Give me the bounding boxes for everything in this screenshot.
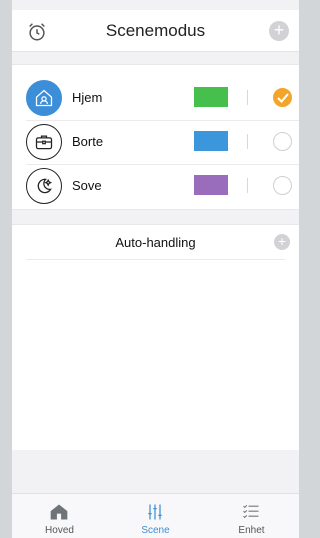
header-bar: Scenemodus + bbox=[12, 10, 299, 52]
scene-select-radio[interactable] bbox=[273, 176, 292, 195]
tab-label: Enhet bbox=[238, 525, 265, 536]
scene-label: Sove bbox=[72, 178, 102, 193]
scene-color-swatch bbox=[194, 175, 228, 195]
home-icon bbox=[50, 504, 68, 520]
briefcase-icon bbox=[26, 124, 62, 160]
scene-color-swatch bbox=[194, 131, 228, 151]
app-frame: Scenemodus + Hjem Borte Sove Auto-handli… bbox=[12, 0, 299, 538]
page-title: Scenemodus bbox=[105, 21, 206, 40]
auto-handling-label: Auto-handling bbox=[115, 235, 196, 250]
checklist-icon bbox=[243, 504, 259, 519]
scene-list: Hjem Borte Sove bbox=[12, 64, 299, 210]
add-automation-button[interactable]: + bbox=[274, 234, 290, 250]
scene-color-swatch bbox=[194, 87, 228, 107]
tab-enhet[interactable]: Enhet bbox=[204, 494, 299, 538]
add-scene-button[interactable]: + bbox=[269, 21, 289, 41]
auto-handling-section: Auto-handling + bbox=[12, 224, 299, 260]
tab-label: Hoved bbox=[45, 525, 74, 536]
tab-hoved[interactable]: Hoved bbox=[12, 494, 107, 538]
sliders-icon bbox=[148, 504, 162, 520]
scene-row-borte[interactable]: Borte bbox=[12, 121, 299, 165]
scene-select-radio[interactable] bbox=[273, 132, 292, 151]
scene-row-sove[interactable]: Sove bbox=[12, 165, 299, 209]
moon-star-icon bbox=[26, 168, 62, 204]
automation-list-area bbox=[12, 260, 299, 450]
tab-label: Scene bbox=[141, 525, 170, 536]
divider bbox=[247, 134, 248, 149]
home-outline-icon bbox=[26, 80, 62, 116]
scene-selected-check[interactable] bbox=[273, 88, 292, 107]
tab-scene[interactable]: Scene bbox=[108, 494, 203, 538]
bottom-tab-bar: Hoved Scene Enhet bbox=[12, 493, 299, 538]
scene-label: Borte bbox=[72, 134, 104, 149]
scene-label: Hjem bbox=[72, 90, 103, 105]
scene-row-hjem[interactable]: Hjem bbox=[12, 77, 299, 121]
divider bbox=[247, 178, 248, 193]
divider bbox=[247, 90, 248, 105]
